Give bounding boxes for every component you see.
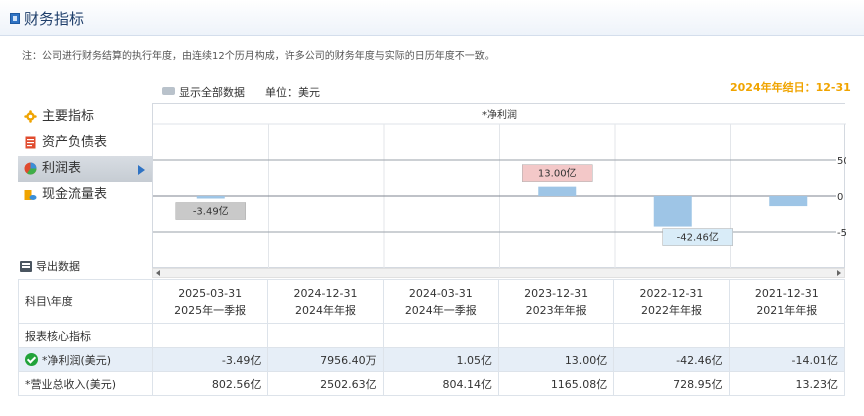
financial-table: 科目\年度 2025-03-31 2025年一季报 2024-12-31 2024年…	[18, 279, 846, 396]
y-tick-label: 0	[837, 192, 843, 203]
column-header: 2023-12-31 2023年年报	[497, 279, 615, 324]
coins-icon	[24, 190, 37, 200]
y-tick-label: -50	[837, 228, 846, 239]
fiscal-note: 注：公司进行财务结算的执行年度，由连续12个历月构成，许多公司的财务年度与实际的…	[22, 51, 495, 62]
column-date: 2025-03-31	[178, 286, 243, 300]
cell-value: 7956.40万	[267, 347, 384, 372]
cell-value: -3.49亿	[151, 347, 269, 372]
column-period: 2024年年报	[294, 303, 356, 317]
bar[interactable]	[769, 196, 808, 207]
cell-value: 1.05亿	[382, 347, 499, 372]
row-label[interactable]: *净利润(美元)	[18, 347, 153, 372]
chart-canvas: *净利润 50 0 -50 -3.49亿 13.00亿 -42.46亿	[153, 104, 846, 269]
column-period: 2021年年报	[756, 303, 818, 317]
net-profit-chart: *净利润 50 0 -50 -3.49亿 13.00亿 -42.46亿	[152, 103, 846, 269]
table-row[interactable]: *营业总收入(美元) 802.56亿 2502.63亿 804.14亿 1165…	[18, 371, 846, 396]
bar[interactable]	[653, 196, 692, 227]
cell-value: 804.14亿	[382, 371, 499, 396]
bar-value-label: -3.49亿	[193, 205, 229, 218]
section-row: 报表核心指标	[18, 323, 846, 348]
export-button[interactable]: 导出数据	[20, 258, 80, 274]
fiscal-year-end: 2024年年结日：12-31	[730, 81, 851, 94]
bar[interactable]	[538, 186, 577, 196]
cell-value: 1165.08亿	[497, 371, 615, 396]
column-date: 2022-12-31	[639, 286, 704, 300]
column-date: 2023-12-31	[524, 286, 589, 300]
column-header: 2022-12-31 2022年年报	[613, 279, 730, 324]
table-row[interactable]: *净利润(美元) -3.49亿 7956.40万 1.05亿 13.00亿 -4…	[18, 347, 846, 372]
column-date: 2024-03-31	[408, 286, 473, 300]
page-title: 财务指标	[24, 10, 85, 28]
table-header-row: 科目\年度 2025-03-31 2025年一季报 2024-12-31 2024年…	[18, 279, 846, 324]
pie-icon	[24, 162, 37, 175]
column-header: 2021-12-31 2021年年报	[728, 279, 846, 324]
bar-value-label: -42.46亿	[677, 231, 719, 244]
cell-value: -14.01亿	[728, 347, 846, 372]
section-icon	[10, 13, 20, 24]
chart-scrollbar[interactable]	[152, 268, 845, 278]
cell-value: 13.00亿	[497, 347, 615, 372]
cell-value: 802.56亿	[151, 371, 269, 396]
scroll-left-icon[interactable]	[156, 270, 160, 276]
sidebar: 主要指标 资产负债表 利润表 现金流量表	[18, 104, 152, 208]
cell-value: 13.23亿	[728, 371, 846, 396]
column-period: 2024年一季报	[404, 303, 477, 317]
sidebar-item-label: 资产负债表	[42, 135, 108, 150]
toggle-icon[interactable]	[162, 87, 175, 95]
row-label[interactable]: *营业总收入(美元)	[18, 371, 153, 396]
document-icon	[25, 136, 36, 149]
bar[interactable]	[196, 196, 225, 199]
column-header: 2025-03-31 2025年一季报	[151, 279, 269, 324]
title-bar: 财务指标	[0, 0, 864, 36]
column-header: 2024-03-31 2024年一季报	[382, 279, 499, 324]
active-arrow-icon	[138, 165, 145, 175]
scroll-right-icon[interactable]	[837, 270, 841, 276]
gear-icon	[24, 110, 37, 123]
export-icon	[20, 261, 32, 272]
cell-value: -42.46亿	[613, 347, 730, 372]
column-date: 2024-12-31	[293, 286, 358, 300]
bar-value-label: 13.00亿	[538, 167, 577, 180]
cell-value: 2502.63亿	[267, 371, 384, 396]
check-icon	[25, 352, 38, 366]
sidebar-item-cash-flow[interactable]: 现金流量表	[18, 182, 152, 208]
sidebar-item-income-statement[interactable]: 利润表	[18, 156, 152, 182]
header-label: 科目\年度	[18, 279, 153, 324]
column-period: 2022年年报	[640, 303, 702, 317]
column-period: 2025年一季报	[174, 303, 247, 317]
chart-title: *净利润	[482, 108, 517, 121]
column-date: 2021-12-31	[754, 286, 819, 300]
sidebar-item-label: 现金流量表	[42, 187, 108, 202]
show-all-label: 显示全部数据	[179, 86, 245, 99]
y-tick-label: 50	[837, 156, 846, 167]
column-header: 2024-12-31 2024年年报	[267, 279, 384, 324]
cell-value: 728.95亿	[613, 371, 730, 396]
show-all-toggle[interactable]: 显示全部数据	[162, 84, 245, 100]
unit-label: 单位：美元	[265, 86, 320, 99]
sidebar-item-main-indicators[interactable]: 主要指标	[18, 104, 152, 130]
section-label: 报表核心指标	[18, 323, 153, 348]
sidebar-item-label: 主要指标	[42, 109, 95, 124]
column-period: 2023年年报	[525, 303, 587, 317]
export-label: 导出数据	[36, 260, 80, 273]
sidebar-item-label: 利润表	[42, 161, 82, 176]
sidebar-item-balance-sheet[interactable]: 资产负债表	[18, 130, 152, 156]
